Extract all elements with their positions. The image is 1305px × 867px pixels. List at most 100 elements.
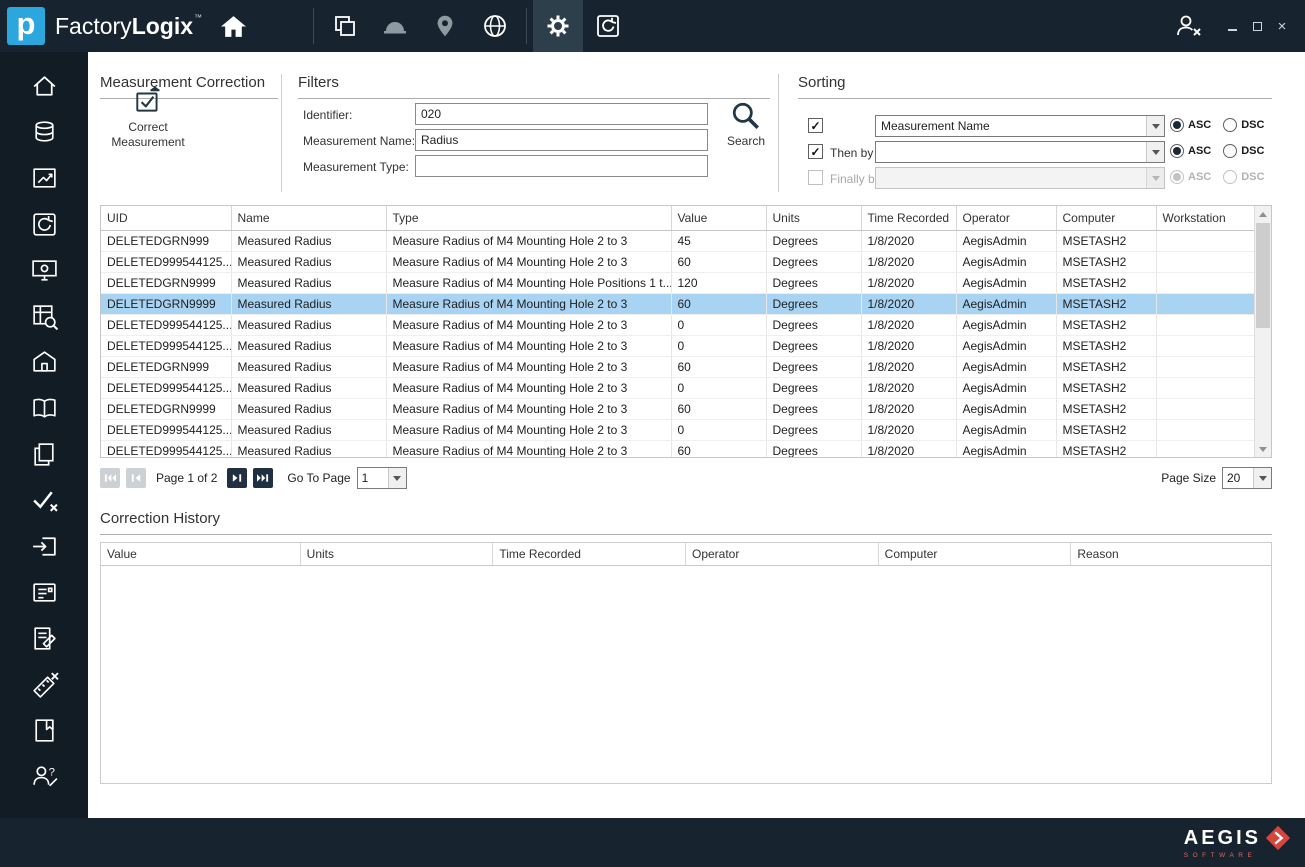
table-cell: Measured Radius [231, 377, 386, 398]
column-header[interactable]: Value [671, 206, 766, 230]
scrollbar-thumb[interactable] [1256, 223, 1270, 328]
combo-dropdown-button[interactable] [1146, 116, 1164, 136]
dsc-radio[interactable] [1223, 144, 1237, 158]
minimize-icon [1228, 29, 1237, 31]
sidebar-item-templates[interactable] [13, 433, 75, 475]
search-button[interactable]: Search [722, 100, 770, 156]
table-row[interactable]: DELETEDGRN9999Measured RadiusMeasure Rad… [101, 398, 1256, 419]
scroll-down-button[interactable] [1255, 441, 1271, 457]
sort-field-combobox[interactable] [875, 141, 1165, 163]
asc-radio[interactable] [1170, 118, 1184, 132]
titlebar-separator [313, 8, 314, 44]
sort-field-combobox[interactable] [875, 167, 1165, 189]
previous-page-button[interactable] [126, 468, 146, 488]
user-logout-button[interactable] [1163, 0, 1215, 52]
column-header[interactable]: Reason [1071, 543, 1271, 565]
locations-button[interactable] [420, 0, 470, 52]
table-row[interactable]: DELETEDGRN999Measured RadiusMeasure Radi… [101, 356, 1256, 377]
sidebar-item-data-search[interactable] [13, 295, 75, 337]
sidebar-item-document-edit[interactable] [13, 617, 75, 659]
sidebar-item-verification[interactable] [13, 479, 75, 521]
sort-checkbox[interactable] [808, 170, 823, 185]
column-header[interactable]: Value [101, 543, 301, 565]
combo-dropdown-button[interactable] [1146, 142, 1164, 162]
history-button[interactable] [583, 0, 633, 52]
column-header[interactable]: Name [231, 206, 386, 230]
vertical-scrollbar[interactable] [1254, 206, 1271, 457]
sort-label: Then by [830, 146, 873, 160]
documents-button[interactable] [320, 0, 370, 52]
page-size-combobox[interactable]: 20 [1222, 467, 1272, 489]
dsc-radio[interactable] [1223, 118, 1237, 132]
column-header[interactable]: UID [101, 206, 231, 230]
maximize-button[interactable] [1250, 19, 1264, 33]
dsc-radio[interactable] [1223, 170, 1237, 184]
column-header[interactable]: Computer [879, 543, 1072, 565]
titlebar: p FactoryLogix™ × [0, 0, 1305, 52]
sidebar-item-work-instructions[interactable] [13, 571, 75, 613]
sidebar-item-database-maintenance[interactable] [13, 111, 75, 153]
minimize-button[interactable] [1225, 19, 1239, 33]
settings-button[interactable] [533, 0, 583, 52]
table-cell: Degrees [766, 272, 861, 293]
combo-dropdown-button[interactable] [1253, 468, 1271, 488]
table-row[interactable]: DELETED999544125...Measured RadiusMeasur… [101, 314, 1256, 335]
sidebar-item-process-history[interactable] [13, 203, 75, 245]
correct-measurement-label: Correct Measurement [103, 120, 193, 150]
sidebar-item-reference-book[interactable] [13, 709, 75, 751]
sort-checkbox[interactable]: ✓ [808, 144, 823, 159]
table-row[interactable]: DELETED999544125...Measured RadiusMeasur… [101, 251, 1256, 272]
sidebar-item-material-transfer[interactable] [13, 525, 75, 567]
column-header[interactable]: Time Recorded [493, 543, 686, 565]
scroll-up-button[interactable] [1255, 206, 1271, 222]
sort-checkbox[interactable]: ✓ [808, 118, 823, 133]
column-header[interactable]: Operator [686, 543, 879, 565]
column-header[interactable]: Workstation [1156, 206, 1256, 230]
correct-measurement-button[interactable]: Correct Measurement [98, 86, 198, 168]
sidebar-item-support[interactable]: ? [13, 755, 75, 797]
column-header[interactable]: Type [386, 206, 671, 230]
table-row[interactable]: DELETEDGRN9999Measured RadiusMeasure Rad… [101, 272, 1256, 293]
combo-dropdown-button[interactable] [1146, 168, 1164, 188]
operations-button[interactable] [370, 0, 420, 52]
table-cell: DELETED999544125... [101, 314, 231, 335]
column-header[interactable]: Computer [1056, 206, 1156, 230]
sidebar-item-measurement-correction[interactable] [13, 663, 75, 705]
column-header[interactable]: Time Recorded [861, 206, 956, 230]
first-page-button[interactable] [100, 468, 120, 488]
filter-input[interactable] [415, 103, 708, 125]
column-header[interactable]: Units [766, 206, 861, 230]
table-row[interactable]: DELETED999544125...Measured RadiusMeasur… [101, 419, 1256, 440]
last-page-button[interactable] [253, 468, 273, 488]
table-row[interactable]: DELETED999544125...Measured RadiusMeasur… [101, 377, 1256, 398]
next-page-button[interactable] [227, 468, 247, 488]
column-header[interactable]: Operator [956, 206, 1056, 230]
asc-radio[interactable] [1170, 170, 1184, 184]
table-row[interactable]: DELETED999544125...Measured RadiusMeasur… [101, 335, 1256, 356]
web-button[interactable] [470, 0, 520, 52]
filters-section: Filters Identifier:Measurement Name:Meas… [298, 74, 770, 99]
sidebar-item-home[interactable] [13, 65, 75, 107]
filter-input[interactable] [415, 129, 708, 151]
combo-dropdown-button[interactable] [388, 468, 406, 488]
goto-page-combobox[interactable]: 1 [357, 467, 407, 489]
sort-field-combobox[interactable]: Measurement Name [875, 115, 1165, 137]
table-row[interactable]: DELETED999544125...Measured RadiusMeasur… [101, 440, 1256, 458]
sidebar-item-production-release[interactable] [13, 157, 75, 199]
column-header[interactable]: Units [301, 543, 494, 565]
filter-input[interactable] [415, 155, 708, 177]
home-button[interactable] [208, 0, 259, 52]
table-cell: Degrees [766, 356, 861, 377]
sidebar-item-documentation[interactable] [13, 387, 75, 429]
table-row[interactable]: DELETEDGRN9999Measured RadiusMeasure Rad… [101, 293, 1256, 314]
sidebar-item-terminal-setup[interactable] [13, 249, 75, 291]
document-pencil-icon [30, 624, 59, 653]
table-row[interactable]: DELETEDGRN999Measured RadiusMeasure Radi… [101, 230, 1256, 251]
asc-radio[interactable] [1170, 144, 1184, 158]
correction-history-section: Correction History [100, 510, 1272, 535]
close-button[interactable]: × [1275, 19, 1289, 33]
table-cell: AegisAdmin [956, 251, 1056, 272]
page-size-value: 20 [1223, 471, 1253, 485]
app-logo: p [7, 7, 45, 45]
sidebar-item-factory[interactable] [13, 341, 75, 383]
